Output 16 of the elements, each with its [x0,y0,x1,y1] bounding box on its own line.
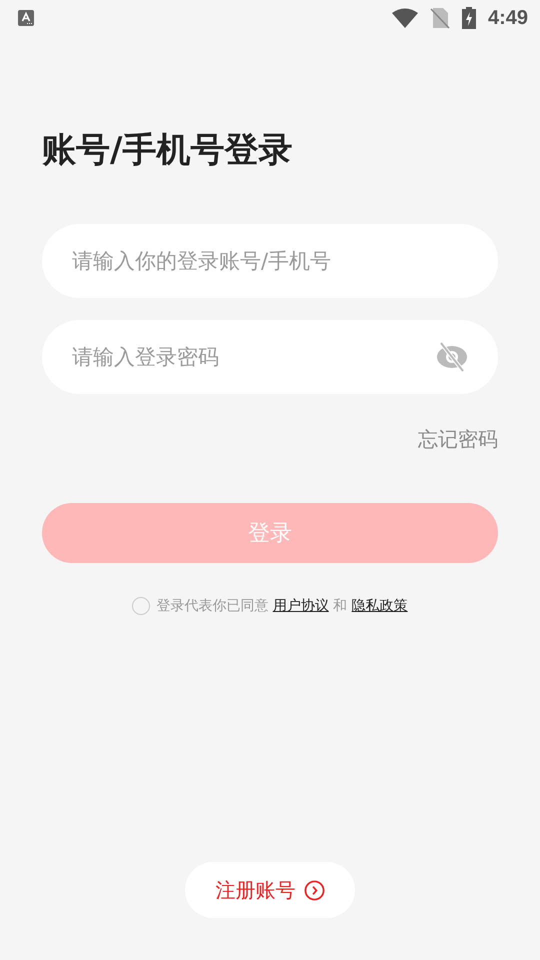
page-title: 账号/手机号登录 [42,129,294,172]
status-time: 4:49 [488,6,528,30]
agreement-checkbox[interactable] [132,597,150,615]
chevron-circle-icon [304,880,324,900]
eye-hidden-icon[interactable] [436,342,468,372]
user-agreement-link[interactable]: 用户协议 [272,598,329,614]
wifi-icon [392,8,418,28]
password-input-field[interactable]: 请输入登录密码 [42,320,498,394]
register-button[interactable]: 注册账号 [185,862,355,918]
account-input-field[interactable]: 请输入你的登录账号/手机号 [42,224,498,298]
keyboard-icon [18,10,34,26]
forgot-password-link[interactable]: 忘记密码 [418,426,498,453]
privacy-policy-link[interactable]: 隐私政策 [352,598,408,614]
no-sim-icon [430,7,450,29]
battery-charging-icon [462,7,476,29]
agreement-text: 登录代表你已同意 用户协议 和 隐私政策 [156,597,408,615]
